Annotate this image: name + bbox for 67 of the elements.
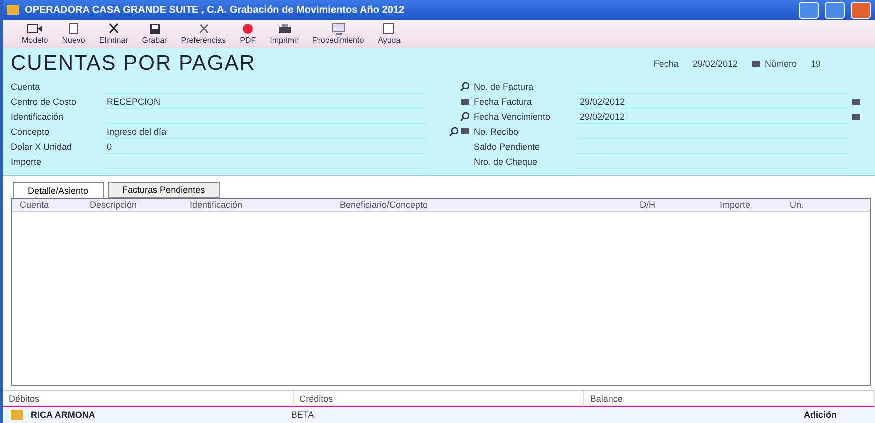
pdf-icon <box>241 23 256 35</box>
maximize-button[interactable] <box>825 2 845 18</box>
field-label: Fecha Factura <box>474 97 534 107</box>
total-label: Balance <box>590 394 623 404</box>
input-field[interactable]: Ingreso del día <box>105 126 426 138</box>
page-icon <box>68 23 79 35</box>
app-icon <box>7 5 19 15</box>
field-label: Fecha Vencimiento <box>474 112 552 122</box>
tab[interactable]: Detalle/Asiento <box>13 182 104 199</box>
column-header: Beneficiario/Concepto <box>339 199 430 211</box>
action-text: Adición <box>804 410 837 420</box>
toolbar-button[interactable]: Nuevo <box>57 23 90 45</box>
printer-icon <box>278 23 292 35</box>
field-label: No. de Factura <box>474 82 535 92</box>
field-label: Dolar X Unidad <box>11 142 74 152</box>
monitor-icon <box>330 23 347 35</box>
scissors-icon <box>108 23 120 35</box>
toolbar-button[interactable]: Procedimiento <box>308 23 370 45</box>
calendar-icon[interactable] <box>461 98 470 106</box>
film-icon <box>27 23 44 35</box>
column-header: Un. <box>789 199 806 211</box>
save-icon <box>148 23 161 35</box>
toolbar-button[interactable]: Modelo <box>17 23 54 45</box>
help-icon <box>383 23 396 35</box>
date-value: 29/02/2012 <box>692 59 738 69</box>
calendar-icon[interactable] <box>752 60 761 68</box>
input-field[interactable]: RECEPCION <box>105 96 426 108</box>
column-header: D/H <box>639 199 656 211</box>
total-label: Créditos <box>300 394 334 404</box>
search-icon[interactable] <box>449 127 459 137</box>
number-label: Número <box>764 59 797 69</box>
total-label: Débitos <box>9 394 40 404</box>
field-label: Cuenta <box>11 82 42 92</box>
toolbar-button[interactable]: Eliminar <box>94 23 134 45</box>
number-value: 19 <box>810 59 821 69</box>
date-label: Fecha <box>654 59 679 69</box>
toolbar-button[interactable]: Imprimir <box>265 23 304 45</box>
toolbar-button[interactable]: Preferencias <box>176 23 232 45</box>
mode-text: BETA <box>291 410 316 420</box>
toolbar-button[interactable]: Ayuda <box>373 23 406 45</box>
field-label: Nro. de Cheque <box>474 157 539 167</box>
close-button[interactable] <box>851 2 871 18</box>
tools-icon <box>198 23 210 35</box>
column-header: Descripción <box>89 199 138 211</box>
minimize-button[interactable] <box>799 2 819 18</box>
window-title: OPERADORA CASA GRANDE SUITE , C.A. Grabación de Movimientos Año 2012 <box>25 4 406 16</box>
tab[interactable]: Facturas Pendientes <box>108 182 220 198</box>
search-icon[interactable] <box>460 82 470 92</box>
toolbar-button[interactable]: PDF <box>235 23 262 45</box>
toolbar-button[interactable]: Grabar <box>137 23 172 45</box>
search-icon[interactable] <box>460 112 470 122</box>
user-icon <box>11 410 23 420</box>
input-field[interactable]: 0 <box>105 140 426 154</box>
user-name: RICA ARMONA <box>31 410 96 420</box>
field-label: Centro de Costo <box>11 97 78 107</box>
calendar-icon[interactable] <box>461 127 470 135</box>
column-header: Identificación <box>189 199 244 211</box>
field-label: Identificación <box>11 112 65 122</box>
field-label: Saldo Pendiente <box>474 142 542 152</box>
field-label: No. Recibo <box>474 127 520 137</box>
column-header: Cuenta <box>19 199 50 211</box>
input-field[interactable]: 29/02/2012 <box>578 96 848 108</box>
input-field[interactable]: 29/02/2012 <box>578 110 848 124</box>
field-label: Importe <box>11 157 43 167</box>
field-label: Concepto <box>11 127 51 137</box>
form-heading: CUENTAS POR PAGAR <box>11 52 257 76</box>
column-header: Importe <box>719 199 752 211</box>
